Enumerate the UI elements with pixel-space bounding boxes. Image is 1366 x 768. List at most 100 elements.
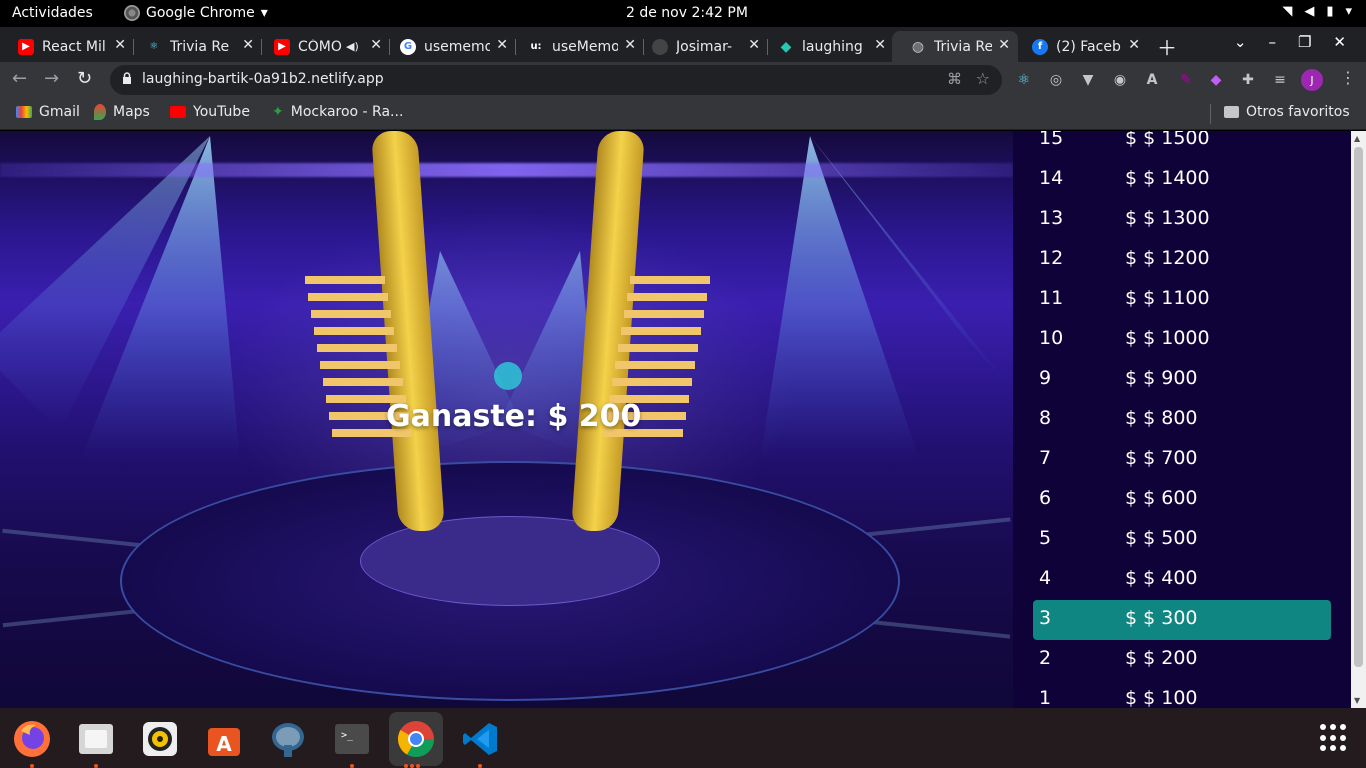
puzzle-icon[interactable]: ✚	[1238, 70, 1258, 90]
forward-button[interactable]: →	[44, 68, 59, 89]
close-icon[interactable]: ✕	[370, 37, 382, 53]
speaker-icon[interactable]: ◀)	[346, 40, 359, 53]
tab-title: useMemo	[552, 38, 618, 55]
clock[interactable]: 2 de nov 2:42 PM	[626, 5, 748, 21]
reload-button[interactable]: ↻	[77, 68, 92, 89]
bookmark-mockaroo[interactable]: ✦ Mockaroo - Ra...	[272, 104, 403, 120]
lock-icon	[123, 72, 131, 84]
bookmark-gmail[interactable]: Gmail	[16, 104, 80, 120]
earned-amount-text: Ganaste: $ 200	[386, 399, 642, 434]
bookmark-star-icon[interactable]: ☆	[976, 69, 990, 88]
bookmark-youtube[interactable]: YouTube	[170, 104, 250, 120]
record-icon[interactable]: ◎	[1046, 70, 1066, 90]
prize-row: 15 $ $ 1500	[1039, 131, 1210, 149]
prize-row: 9 $ $ 900	[1039, 367, 1198, 389]
tab-title: (2) Faceb	[1056, 38, 1121, 55]
youtube-icon: ▶	[274, 38, 290, 55]
youtube-icon: ▶	[18, 38, 34, 55]
new-tab-button[interactable]: ＋	[1157, 32, 1177, 61]
firefox-icon[interactable]	[9, 716, 55, 768]
chevron-down-icon: ▾	[1345, 4, 1352, 19]
bookmark-label: Gmail	[39, 104, 80, 120]
react-devtools-icon[interactable]: ⚛	[1014, 70, 1034, 90]
wifi-icon: ◥	[1282, 4, 1293, 19]
maps-icon	[94, 104, 106, 120]
close-icon[interactable]: ✕	[998, 37, 1010, 53]
tab-title: React Mil	[42, 38, 106, 55]
chrome-icon[interactable]	[389, 712, 443, 768]
window-controls: ⌄ – ❐ ✕	[1234, 33, 1346, 51]
svg-text:>_: >_	[341, 730, 354, 741]
tab-title: laughing	[802, 38, 863, 55]
activities-button[interactable]: Actividades	[12, 5, 93, 21]
github-icon	[652, 38, 668, 55]
scroll-up-icon[interactable]: ▲	[1354, 134, 1360, 143]
pen-extension-icon[interactable]: ✎	[1176, 70, 1196, 90]
scrollbar-thumb[interactable]	[1354, 147, 1363, 667]
page-scrollbar[interactable]: ▲ ▼	[1351, 131, 1366, 708]
menu-icon[interactable]: ⋮	[1340, 68, 1356, 87]
money-pyramid: 15 $ $ 1500 14 $ $ 1400 13 $ $ 1300 12 $ $ 1…	[1013, 131, 1351, 708]
avatar[interactable]: J	[1301, 69, 1323, 91]
volume-icon: ◀	[1304, 4, 1315, 19]
back-button[interactable]: ←	[12, 68, 27, 89]
vscode-icon[interactable]	[457, 716, 503, 768]
close-icon[interactable]: ✕	[496, 37, 508, 53]
pgadmin-icon[interactable]	[265, 716, 311, 762]
tab-active[interactable]: ◍ Trivia Re ✕	[892, 31, 1018, 62]
tab[interactable]: f (2) Faceb ✕	[1014, 31, 1148, 62]
bookmark-label: Maps	[113, 104, 150, 120]
translate-icon[interactable]: ⌘	[947, 70, 962, 88]
address-bar[interactable]: laughing-bartik-0a91b2.netlify.app ⌘ ☆	[110, 65, 1002, 95]
tab[interactable]: G usememo ✕	[382, 31, 516, 62]
tab-title: Trivia Re	[934, 38, 992, 55]
extension-icon[interactable]: ◉	[1110, 70, 1130, 90]
rhythmbox-icon[interactable]	[137, 716, 183, 762]
other-bookmarks[interactable]: Otros favoritos	[1224, 104, 1350, 120]
app-name: Google Chrome	[146, 5, 255, 21]
maximize-button[interactable]: ❐	[1298, 33, 1311, 51]
prize-row: 12 $ $ 1200	[1039, 247, 1210, 269]
redux-icon[interactable]: ◆	[1206, 70, 1226, 90]
tab[interactable]: ▶ CÓMO ◀) ✕	[256, 31, 390, 62]
bookmark-maps[interactable]: Maps	[94, 104, 150, 120]
mockaroo-icon: ✦	[272, 104, 284, 120]
prize-row: 7 $ $ 700	[1039, 447, 1198, 469]
close-icon[interactable]: ✕	[114, 37, 126, 53]
tab[interactable]: ⚛ Trivia Re ✕	[128, 31, 262, 62]
terminal-icon[interactable]: >_	[329, 716, 375, 768]
youtube-icon	[170, 106, 186, 118]
app-menu[interactable]: Google Chrome ▾	[124, 5, 268, 21]
show-applications-icon[interactable]	[1320, 724, 1348, 752]
tab[interactable]: ◆ laughing ✕	[760, 31, 894, 62]
tab-search-icon[interactable]: ⌄	[1234, 33, 1247, 51]
scroll-down-icon[interactable]: ▼	[1354, 696, 1360, 705]
a-extension-icon[interactable]: A	[1142, 70, 1162, 90]
google-icon: G	[400, 38, 416, 55]
tab[interactable]: Josimar- ✕	[634, 31, 768, 62]
prize-row: 2 $ $ 200	[1039, 647, 1198, 669]
prize-row: 14 $ $ 1400	[1039, 167, 1210, 189]
vue-icon[interactable]: ▼	[1078, 70, 1098, 90]
minimize-button[interactable]: –	[1268, 33, 1276, 51]
tab[interactable]: u: useMemo ✕	[510, 31, 644, 62]
files-icon[interactable]	[73, 716, 119, 768]
game-stage-background: Ganaste: $ 200	[0, 131, 1013, 708]
close-icon[interactable]: ✕	[874, 37, 886, 53]
system-tray[interactable]: ◥ ◀ ▮ ▾	[1282, 4, 1352, 19]
close-window-button[interactable]: ✕	[1333, 33, 1346, 51]
close-icon[interactable]: ✕	[1128, 37, 1140, 53]
close-icon[interactable]: ✕	[748, 37, 760, 53]
prize-row: 10 $ $ 1000	[1039, 327, 1210, 349]
close-icon[interactable]: ✕	[242, 37, 254, 53]
ubuntu-dock: A >_	[0, 708, 1366, 768]
bookmark-label: Mockaroo - Ra...	[290, 104, 404, 120]
page-viewport: Ganaste: $ 200 15 $ $ 1500 14 $ $ 1400 13 $…	[0, 131, 1366, 708]
prize-row: 6 $ $ 600	[1039, 487, 1198, 509]
software-icon[interactable]: A	[201, 716, 247, 762]
tab[interactable]: ▶ React Mil ✕	[0, 31, 134, 62]
folder-icon	[1224, 106, 1239, 118]
svg-text:A: A	[216, 732, 232, 756]
tab-title: Trivia Re	[170, 38, 230, 55]
media-icon[interactable]: ≡	[1270, 70, 1290, 90]
